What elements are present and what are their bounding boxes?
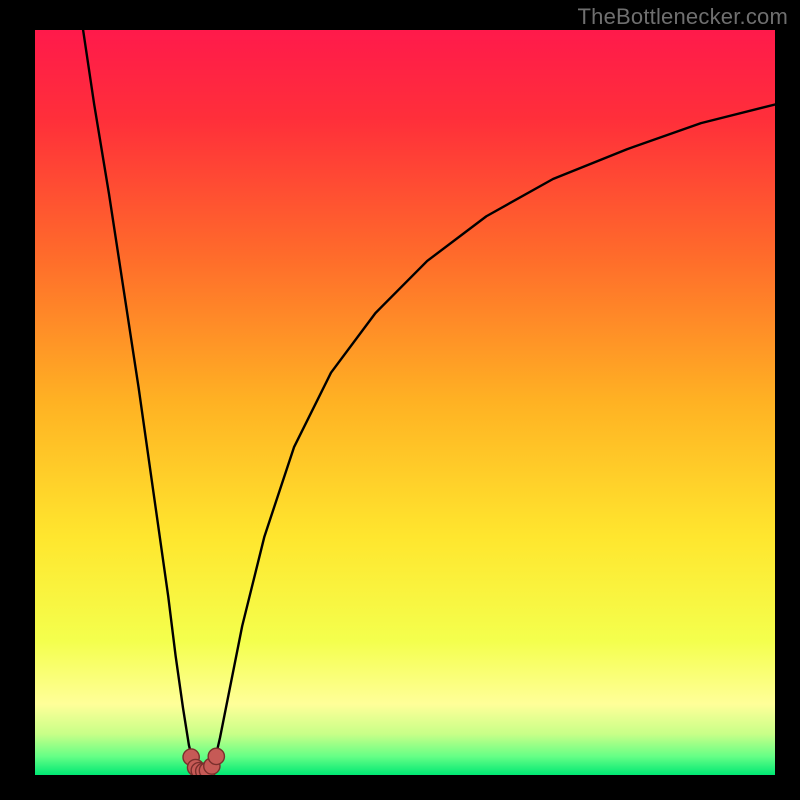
plot-area <box>35 30 775 775</box>
outer-frame: TheBottlenecker.com <box>0 0 800 800</box>
chart-svg <box>35 30 775 775</box>
valley-marker <box>208 748 224 764</box>
gradient-background <box>35 30 775 775</box>
watermark-text: TheBottlenecker.com <box>578 4 788 30</box>
